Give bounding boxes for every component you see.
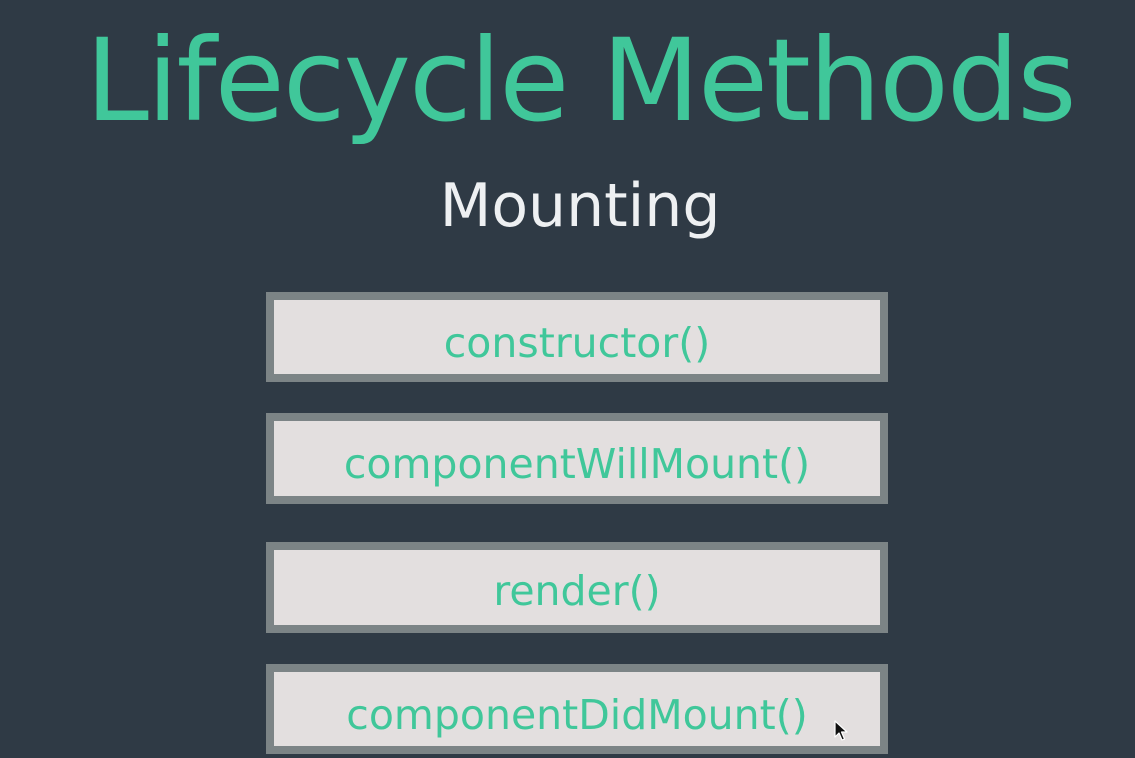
method-label: constructor() bbox=[443, 319, 711, 367]
method-box-component-did-mount: componentDidMount() bbox=[266, 664, 888, 754]
method-label: componentWillMount() bbox=[343, 440, 811, 488]
method-box-render: render() bbox=[266, 542, 888, 633]
method-label: render() bbox=[493, 567, 661, 615]
method-box-constructor: constructor() bbox=[266, 292, 888, 382]
section-subtitle: Mounting bbox=[439, 171, 721, 241]
mouse-pointer-icon bbox=[834, 720, 848, 741]
method-box-component-will-mount: componentWillMount() bbox=[266, 413, 888, 504]
method-label: componentDidMount() bbox=[346, 691, 808, 739]
page-title: Lifecycle Methods bbox=[85, 14, 1076, 147]
